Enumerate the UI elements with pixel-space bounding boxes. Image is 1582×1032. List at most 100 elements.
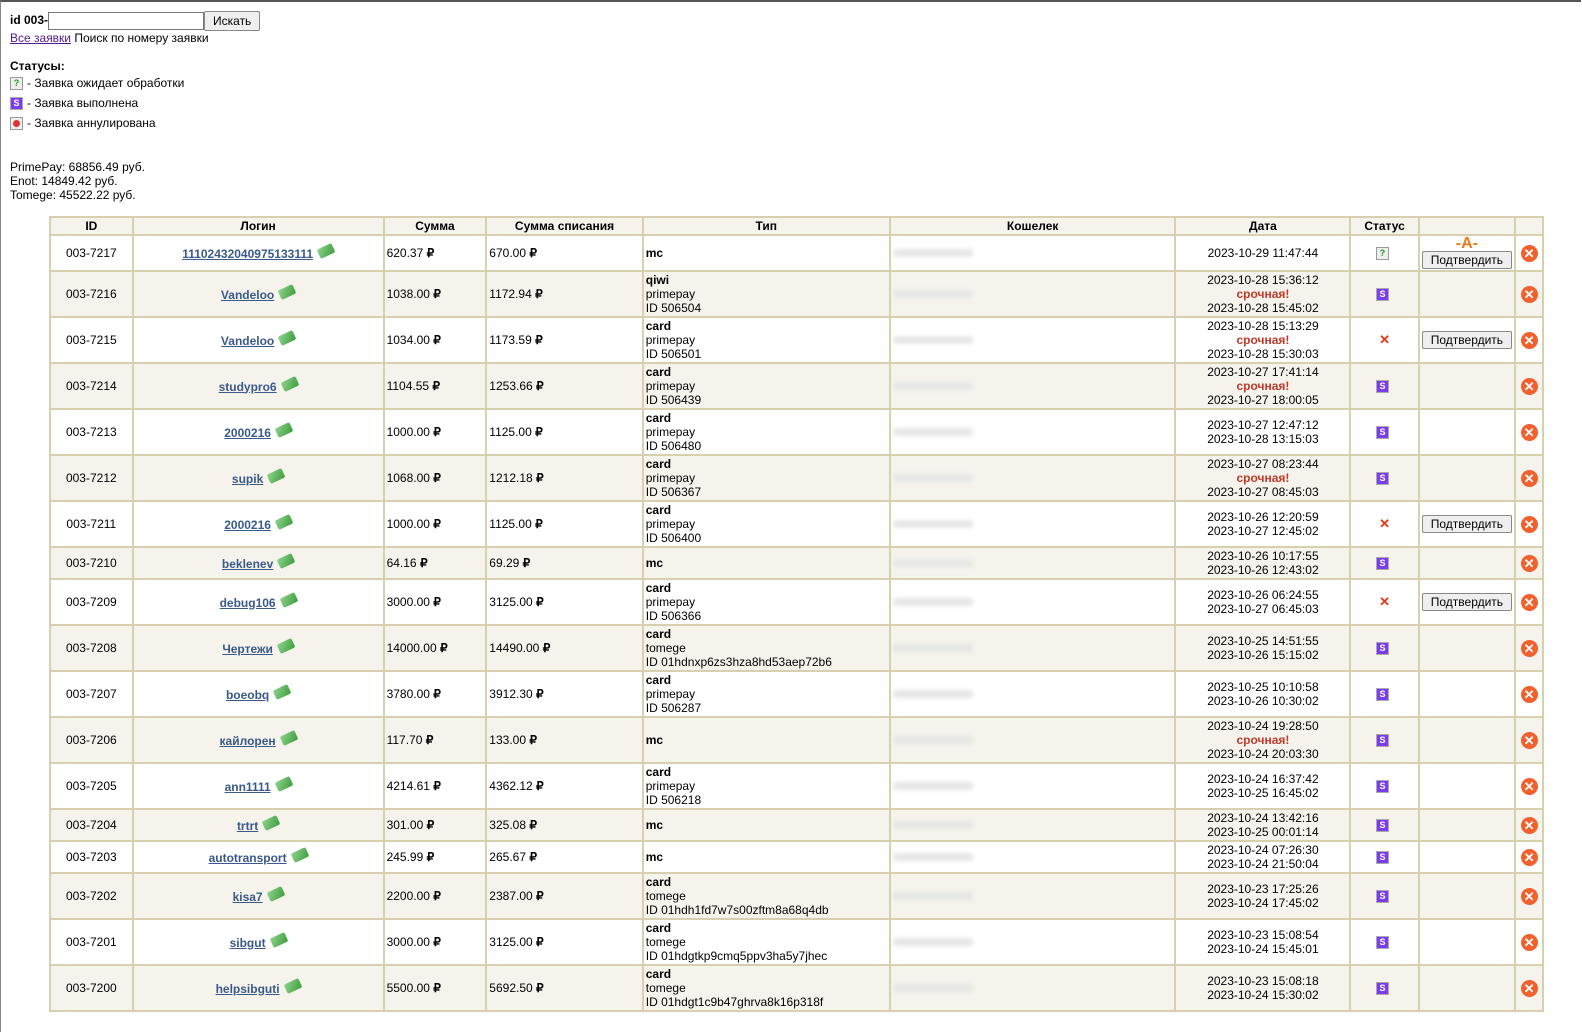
login-link[interactable]: Vandeloo xyxy=(221,334,274,348)
login-link[interactable]: supik xyxy=(232,472,263,486)
status-cell: S xyxy=(1349,716,1420,764)
login-link[interactable]: studypro6 xyxy=(219,380,277,394)
status-cell: S xyxy=(1349,270,1420,318)
type-cell: card tomege ID 01hdnxp6zs3hza8hd53aep72b6 xyxy=(641,624,891,672)
delete-icon[interactable]: ✕ xyxy=(1520,777,1538,795)
type-line: ID 01hdh1fd7w7s00zftm8a68q4db xyxy=(645,903,829,917)
delete-icon[interactable]: ✕ xyxy=(1520,887,1538,905)
delete-icon[interactable]: ✕ xyxy=(1520,639,1538,657)
money-icon[interactable] xyxy=(261,814,281,831)
legend-item: S - Заявка выполнена xyxy=(10,93,184,113)
delete-icon[interactable]: ✕ xyxy=(1520,848,1538,866)
delete-icon[interactable]: ✕ xyxy=(1520,979,1538,997)
money-icon[interactable] xyxy=(290,846,309,863)
delete-icon[interactable]: ✕ xyxy=(1520,554,1538,572)
debit-value: 3125.00 xyxy=(489,935,533,949)
table-row: 003-7201 sibgut 3000.00 ₽3125.00 ₽ card tome… xyxy=(49,918,1544,966)
money-icon[interactable] xyxy=(280,375,299,392)
type-line: ID 506504 xyxy=(645,301,702,315)
login-link[interactable]: trtrt xyxy=(237,819,258,833)
money-icon[interactable] xyxy=(277,329,297,346)
column-header xyxy=(1514,216,1544,236)
money-icon[interactable] xyxy=(274,775,293,792)
confirm-button[interactable]: Подтвердить xyxy=(1421,515,1513,533)
delete-icon[interactable]: ✕ xyxy=(1520,593,1538,611)
delete-icon[interactable]: ✕ xyxy=(1520,731,1538,749)
debit-amount: 3125.00 ₽ xyxy=(485,578,644,626)
delete-icon[interactable]: ✕ xyxy=(1520,933,1538,951)
delete-icon[interactable]: ✕ xyxy=(1520,377,1538,395)
delete-icon[interactable]: ✕ xyxy=(1520,515,1538,533)
processed-date: 2023-10-24 21:50:04 xyxy=(1207,857,1319,871)
confirm-button[interactable]: Подтвердить xyxy=(1421,251,1513,269)
money-icon[interactable] xyxy=(272,683,292,700)
wallet-cell xyxy=(888,454,1177,502)
delete-icon[interactable]: ✕ xyxy=(1520,244,1538,262)
type-cell: card primepay ID 506480 xyxy=(641,408,891,456)
money-icon[interactable] xyxy=(274,513,294,530)
login-link[interactable]: 2000216 xyxy=(224,426,271,440)
login-link[interactable]: beklenev xyxy=(222,557,273,571)
delete-icon[interactable]: ✕ xyxy=(1520,331,1538,349)
login-link[interactable]: debug106 xyxy=(220,596,276,610)
date-cell: 2023-10-26 10:17:55 2023-10-26 12:43:02 xyxy=(1174,546,1352,580)
login-link[interactable]: кайлорен xyxy=(220,734,276,748)
money-icon[interactable] xyxy=(274,421,294,438)
money-icon[interactable] xyxy=(266,885,285,902)
login-link[interactable]: 2000216 xyxy=(224,518,271,532)
login-link[interactable]: sibgut xyxy=(230,936,266,950)
created-date: 2023-10-27 08:23:44 xyxy=(1207,457,1319,471)
delete-icon[interactable]: ✕ xyxy=(1520,685,1538,703)
confirm-button[interactable]: Подтвердить xyxy=(1421,593,1513,611)
login-link[interactable]: Vandeloo xyxy=(221,288,274,302)
created-date: 2023-10-23 15:08:54 xyxy=(1207,928,1319,942)
date-cell: 2023-10-28 15:13:29 срочная! 2023-10-28 15… xyxy=(1174,316,1352,364)
request-id: 003-7201 xyxy=(49,918,134,966)
ruble-sign: ₽ xyxy=(433,687,441,701)
money-icon[interactable] xyxy=(316,242,336,259)
created-date: 2023-10-26 06:24:55 xyxy=(1207,588,1319,602)
login-cell: supik xyxy=(131,454,385,502)
amount: 1038.00 ₽ xyxy=(382,270,488,318)
login-link[interactable]: Чертежи xyxy=(222,642,273,656)
delete-cell: ✕ xyxy=(1514,624,1544,672)
done-icon: S xyxy=(1376,780,1390,794)
amount-value: 64.16 xyxy=(386,556,417,570)
money-icon[interactable] xyxy=(283,977,302,994)
money-icon[interactable] xyxy=(269,931,288,948)
delete-icon[interactable]: ✕ xyxy=(1520,423,1538,441)
money-icon[interactable] xyxy=(276,552,296,569)
login-link[interactable]: helpsibguti xyxy=(216,982,280,996)
money-icon[interactable] xyxy=(279,591,298,608)
a-marker-icon: -A- xyxy=(1455,235,1479,252)
delete-icon[interactable]: ✕ xyxy=(1520,285,1538,303)
delete-icon[interactable]: ✕ xyxy=(1520,816,1538,834)
login-link[interactable]: ann1111 xyxy=(225,780,271,794)
login-link[interactable]: autotransport xyxy=(209,851,287,865)
amount-value: 245.99 xyxy=(386,850,424,864)
request-id: 003-7217 xyxy=(49,234,134,272)
created-date: 2023-10-24 13:42:16 xyxy=(1207,811,1319,825)
money-icon[interactable] xyxy=(279,729,299,746)
login-link[interactable]: boeobq xyxy=(226,688,269,702)
money-icon[interactable] xyxy=(276,637,296,654)
date-cell: 2023-10-23 15:08:18 2023-10-24 15:30:02 xyxy=(1174,964,1352,1012)
type-line: card xyxy=(645,627,672,641)
delete-icon[interactable]: ✕ xyxy=(1520,469,1538,487)
confirm-button[interactable]: Подтвердить xyxy=(1421,331,1513,349)
ruble-sign: ₽ xyxy=(536,981,544,995)
money-icon[interactable] xyxy=(277,283,297,300)
search-button[interactable]: Искать xyxy=(204,11,261,31)
money-icon[interactable] xyxy=(266,467,286,484)
table-row: 003-7212 supik 1068.00 ₽1212.18 ₽ card prime… xyxy=(49,454,1544,502)
all-requests-link[interactable]: Все заявки xyxy=(10,31,71,45)
search-input[interactable] xyxy=(48,12,205,30)
ruble-sign: ₽ xyxy=(433,287,441,301)
ruble-sign: ₽ xyxy=(536,779,544,793)
ruble-sign: ₽ xyxy=(536,935,544,949)
login-link[interactable]: 11102432040975133111 xyxy=(182,247,313,261)
processed-date: 2023-10-26 10:30:02 xyxy=(1207,694,1319,708)
created-date: 2023-10-27 17:41:14 xyxy=(1207,365,1319,379)
status-legend-title: Статусы: xyxy=(10,59,65,73)
login-link[interactable]: kisa7 xyxy=(233,890,263,904)
